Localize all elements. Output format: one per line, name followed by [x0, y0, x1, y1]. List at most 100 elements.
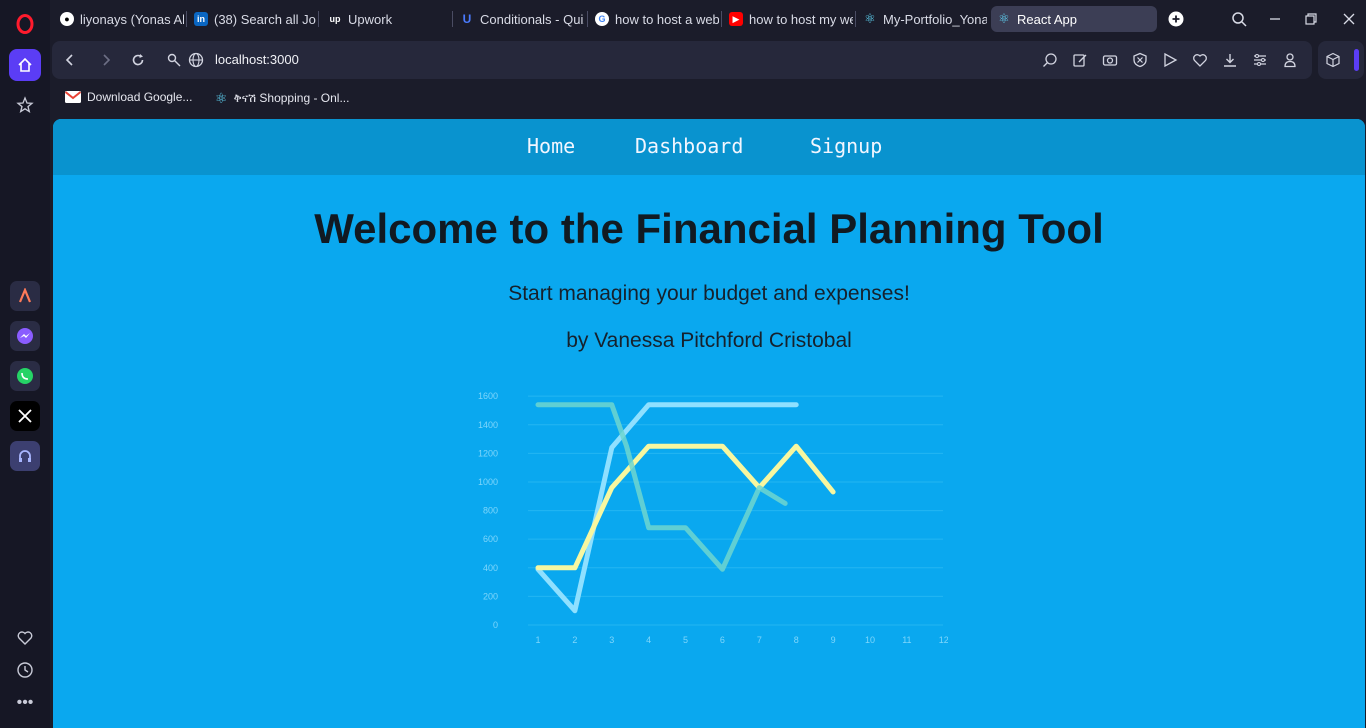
tab-label: how to host my web: [749, 11, 853, 27]
url-field[interactable]: localhost:3000: [215, 52, 299, 67]
aria-icon[interactable]: [10, 281, 40, 311]
heart-icon[interactable]: [9, 622, 41, 654]
budget-line-chart: 020040060080010001200140016001 2 3 4 5 6 7 8 9 10…: [478, 391, 948, 645]
react-icon: ⚛: [215, 90, 228, 106]
extensions-cube-icon[interactable]: [1323, 50, 1343, 70]
udacity-icon: U: [462, 12, 472, 26]
profile-icon[interactable]: [1280, 50, 1300, 70]
react-icon: ⚛: [998, 11, 1010, 26]
y-tick-label: 1200: [478, 448, 498, 458]
bookmark-label: ቅናሽ Shopping - Onl...: [233, 91, 350, 105]
x-tick-label: 3: [609, 635, 614, 645]
nav-signup-link[interactable]: Signup: [810, 134, 882, 158]
messenger-icon[interactable]: [10, 321, 40, 351]
address-bar: localhost:3000: [52, 41, 1312, 79]
camera-icon[interactable]: [1100, 50, 1120, 70]
github-icon: ●: [60, 12, 74, 26]
series-line-3: [535, 402, 788, 572]
browser-sidebar: •••: [0, 0, 50, 728]
page-title: Welcome to the Financial Planning Tool: [314, 205, 1104, 252]
whatsapp-icon[interactable]: [10, 361, 40, 391]
search-tabs-icon[interactable]: [1228, 8, 1250, 30]
nav-dashboard-link[interactable]: Dashboard: [635, 134, 743, 158]
tab-label: React App: [1017, 11, 1077, 27]
globe-icon: [186, 50, 206, 70]
tab-label: liyonays (Yonas Alem: [80, 11, 184, 27]
x-twitter-icon[interactable]: [10, 401, 40, 431]
y-tick-label: 600: [483, 534, 498, 544]
more-icon[interactable]: •••: [9, 687, 41, 719]
restore-button[interactable]: [1300, 8, 1322, 30]
y-tick-label: 400: [483, 563, 498, 573]
bookmark-label: Download Google...: [87, 90, 193, 104]
tab-label: My-Portfolio_Yonas: [883, 11, 987, 27]
nav-home-link[interactable]: Home: [527, 134, 575, 158]
tab-portfolio[interactable]: ⚛ My-Portfolio_Yonas: [857, 6, 987, 32]
x-tick-label: 9: [831, 635, 836, 645]
x-tick-label: 6: [720, 635, 725, 645]
sidebar-toggle-indicator[interactable]: [1354, 49, 1359, 71]
y-tick-label: 200: [483, 591, 498, 601]
bookmark-item[interactable]: Download Google...: [65, 90, 192, 104]
adblock-shield-icon[interactable]: [1130, 50, 1150, 70]
x-tick-label: 8: [794, 635, 799, 645]
linkedin-icon: in: [194, 12, 208, 26]
music-player-icon[interactable]: [10, 441, 40, 471]
tab-label: Upwork: [348, 11, 393, 27]
zoom-icon[interactable]: [1040, 50, 1060, 70]
reload-icon[interactable]: [128, 50, 148, 70]
x-tick-label: 2: [572, 635, 577, 645]
page-author: by Vanessa Pitchford Cristobal: [566, 329, 852, 352]
x-tick-label: 11: [902, 635, 911, 645]
back-icon[interactable]: [60, 50, 80, 70]
flow-send-icon[interactable]: [1160, 50, 1180, 70]
tab-react-app[interactable]: ⚛ React App: [991, 6, 1157, 32]
download-icon[interactable]: [1220, 50, 1240, 70]
bookmark-item[interactable]: ⚛ ቅናሽ Shopping - Onl...: [215, 90, 349, 107]
extensions-area: [1318, 41, 1364, 79]
y-tick-label: 0: [493, 620, 498, 630]
tab-label: (38) Search all Jobs: [214, 11, 316, 27]
y-tick-label: 1400: [478, 420, 498, 430]
x-tick-label: 1: [535, 635, 540, 645]
easy-setup-icon[interactable]: [1250, 50, 1270, 70]
tab-google[interactable]: G how to host a webs: [589, 6, 719, 32]
bookmark-heart-icon[interactable]: [1190, 50, 1210, 70]
forward-icon[interactable]: [96, 50, 116, 70]
minimize-button[interactable]: [1264, 8, 1286, 30]
tab-label: Conditionals - Quiz: [480, 11, 584, 27]
react-icon: ⚛: [864, 11, 876, 26]
upwork-icon: up: [329, 14, 341, 24]
y-tick-label: 1000: [478, 477, 498, 487]
tab-upwork[interactable]: up Upwork: [322, 6, 442, 32]
series-line-2: [535, 443, 836, 571]
y-tick-label: 1600: [478, 391, 498, 401]
close-button[interactable]: [1338, 8, 1360, 30]
tab-udacity[interactable]: U Conditionals - Quiz: [454, 6, 584, 32]
tab-linkedin[interactable]: in (38) Search all Jobs: [188, 6, 316, 32]
x-tick-label: 10: [865, 635, 875, 645]
home-icon[interactable]: [9, 49, 41, 81]
youtube-icon: ▶: [729, 12, 743, 26]
series-line-1: [535, 402, 799, 614]
x-tick-label: 12: [939, 635, 948, 645]
history-icon[interactable]: [9, 654, 41, 686]
bookmarks-bar: Download Google... ⚛ ቅናሽ Shopping - Onl.…: [52, 84, 1364, 114]
new-tab-button[interactable]: [1165, 8, 1187, 30]
google-icon: G: [595, 12, 609, 26]
page-viewport: Home Dashboard Signup Welcome to the Fin…: [53, 119, 1365, 728]
tab-label: how to host a webs: [615, 11, 719, 27]
x-tick-label: 7: [757, 635, 762, 645]
x-tick-label: 4: [646, 635, 651, 645]
tab-github[interactable]: ● liyonays (Yonas Alem: [54, 6, 184, 32]
y-tick-label: 800: [483, 506, 498, 516]
tab-youtube[interactable]: ▶ how to host my web: [723, 6, 853, 32]
opera-logo-icon[interactable]: [9, 8, 41, 40]
site-navbar: Home Dashboard Signup: [53, 119, 1365, 175]
site-info-icon[interactable]: [164, 50, 184, 70]
edit-page-icon[interactable]: [1070, 50, 1090, 70]
star-icon[interactable]: [9, 89, 41, 121]
gmail-icon: [65, 91, 81, 103]
x-tick-label: 5: [683, 635, 688, 645]
page-subtitle: Start managing your budget and expenses!: [508, 282, 910, 305]
